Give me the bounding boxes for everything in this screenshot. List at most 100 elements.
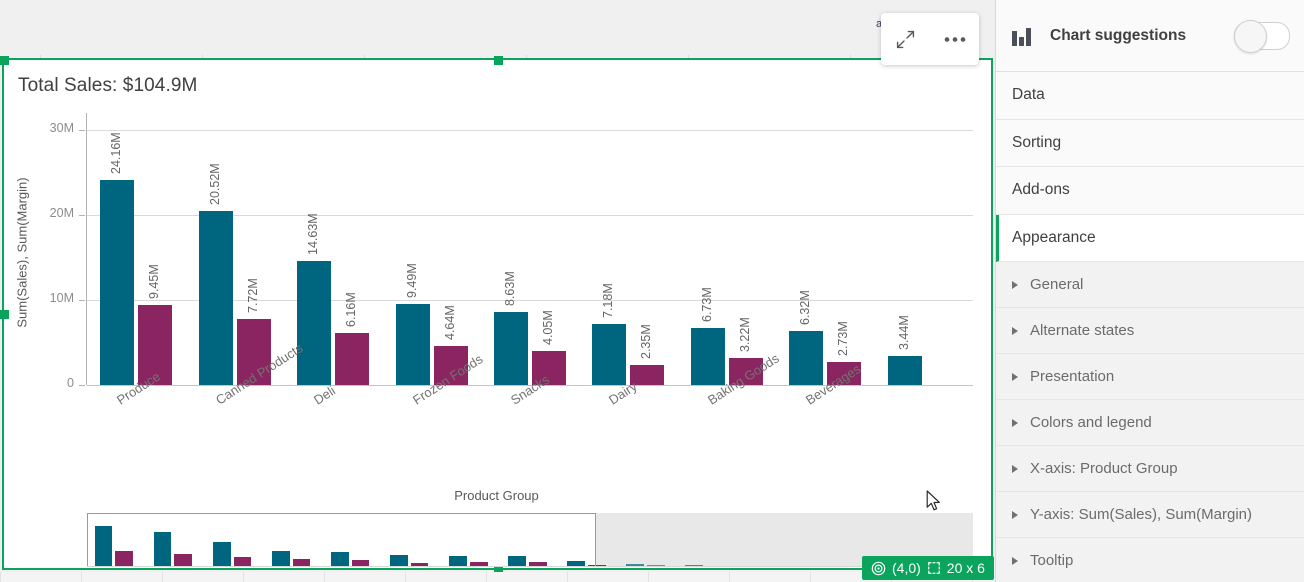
bar-value-label: 9.45M bbox=[147, 264, 161, 299]
bar-sales[interactable] bbox=[100, 180, 134, 385]
chart-navigator[interactable] bbox=[87, 513, 973, 567]
bar-group[interactable]: 9.49M 4.64M bbox=[396, 105, 468, 405]
chevron-right-icon bbox=[1012, 373, 1018, 381]
bar-value-label: 8.63M bbox=[503, 271, 517, 306]
bar-value-label: 4.05M bbox=[541, 310, 555, 345]
bar-sales[interactable] bbox=[888, 356, 922, 385]
chevron-right-icon bbox=[1012, 327, 1018, 335]
bar-sales[interactable] bbox=[199, 211, 233, 385]
chevron-right-icon bbox=[1012, 557, 1018, 565]
y-axis-tick-mark bbox=[79, 215, 85, 216]
panel-sections: Data Sorting Add-ons Appearance bbox=[996, 72, 1304, 262]
panel-section-appearance[interactable]: Appearance bbox=[996, 215, 1304, 263]
bar-margin[interactable] bbox=[335, 333, 369, 385]
y-axis-tick-mark bbox=[79, 385, 85, 386]
panel-subsection-label: X-axis: Product Group bbox=[1030, 460, 1178, 477]
mouse-cursor bbox=[926, 490, 942, 518]
bar-group[interactable]: 14.63M6.16M bbox=[297, 105, 369, 405]
bar-value-label: 7.72M bbox=[246, 279, 260, 314]
toggle-knob bbox=[1234, 20, 1267, 53]
grid-tick bbox=[0, 572, 1, 582]
panel-subsection-alternate-states[interactable]: Alternate states bbox=[996, 308, 1304, 354]
grid-tick bbox=[729, 572, 730, 582]
panel-subsection-label: Alternate states bbox=[1030, 322, 1134, 339]
chart-floating-toolbar[interactable] bbox=[881, 13, 979, 65]
panel-subsections: General Alternate states Presentation Color… bbox=[996, 262, 1304, 582]
more-options-icon[interactable] bbox=[935, 19, 975, 59]
bar-value-label: 24.16M bbox=[109, 132, 123, 174]
panel-section-add-ons[interactable]: Add-ons bbox=[996, 167, 1304, 215]
bar-group[interactable]: 3.44M bbox=[888, 105, 960, 405]
bar-sales[interactable] bbox=[789, 331, 823, 385]
bar-group[interactable]: 6.32M2.73M bbox=[789, 105, 861, 405]
badge-position-value: (4,0) bbox=[892, 560, 921, 576]
chart-plot[interactable]: Sum(Sales), Sum(Margin) 010M20M30M 24.16… bbox=[0, 105, 993, 405]
resize-handle-top-middle[interactable] bbox=[494, 56, 503, 65]
grid-tick bbox=[648, 572, 649, 582]
expand-icon[interactable] bbox=[886, 19, 926, 59]
x-axis-title: Product Group bbox=[0, 488, 993, 503]
bar-series-container[interactable]: 24.16M 9.45M 20.52M7.72M 14.63M6.16M 9.49M 4.… bbox=[87, 105, 973, 405]
resize-handle-top-left[interactable] bbox=[0, 56, 9, 65]
panel-subsection-y-axis-sum-sales-sum-margin-[interactable]: Y-axis: Sum(Sales), Sum(Margin) bbox=[996, 492, 1304, 538]
grid-tick bbox=[162, 572, 163, 582]
bar-value-label: 3.44M bbox=[897, 315, 911, 350]
bar-value-label: 3.22M bbox=[738, 317, 752, 352]
panel-subsection-label: Presentation bbox=[1030, 368, 1114, 385]
bar-value-label: 14.63M bbox=[306, 213, 320, 255]
panel-subsection-presentation[interactable]: Presentation bbox=[996, 354, 1304, 400]
position-target-icon bbox=[871, 561, 886, 576]
bar-value-label: 2.73M bbox=[836, 321, 850, 356]
panel-subsection-tooltip[interactable]: Tooltip bbox=[996, 538, 1304, 582]
navigator-baseline bbox=[87, 566, 973, 567]
grid-tick bbox=[567, 572, 568, 582]
panel-section-label: Add-ons bbox=[1012, 181, 1070, 199]
panel-section-data[interactable]: Data bbox=[996, 72, 1304, 120]
bar-group[interactable]: 20.52M7.72M bbox=[199, 105, 271, 405]
y-axis-tick-label: 0 bbox=[22, 376, 74, 390]
bar-chart-icon bbox=[1012, 26, 1038, 46]
grid-tick bbox=[324, 572, 325, 582]
bar-sales[interactable] bbox=[592, 324, 626, 385]
grid-tick bbox=[486, 572, 487, 582]
panel-subsection-label: Y-axis: Sum(Sales), Sum(Margin) bbox=[1030, 506, 1252, 523]
panel-section-sorting[interactable]: Sorting bbox=[996, 120, 1304, 168]
panel-subsection-colors-and-legend[interactable]: Colors and legend bbox=[996, 400, 1304, 446]
grid-tick bbox=[81, 572, 82, 582]
panel-section-label: Data bbox=[1012, 86, 1045, 104]
chart-canvas-area: Total Sales: $104.9M Sum(Sales), Sum(Mar… bbox=[0, 0, 995, 582]
panel-subsection-general[interactable]: General bbox=[996, 262, 1304, 308]
grid-tick bbox=[243, 572, 244, 582]
chart-suggestions-toggle[interactable] bbox=[1234, 22, 1290, 50]
grid-tick bbox=[810, 572, 811, 582]
navigator-window-handle[interactable] bbox=[87, 513, 596, 567]
panel-section-label: Sorting bbox=[1012, 134, 1061, 152]
panel-title: Chart suggestions bbox=[1050, 27, 1234, 45]
panel-header: Chart suggestions bbox=[996, 0, 1304, 72]
panel-subsection-x-axis-product-group[interactable]: X-axis: Product Group bbox=[996, 446, 1304, 492]
y-axis-tick-label: 30M bbox=[22, 121, 74, 135]
chevron-right-icon bbox=[1012, 281, 1018, 289]
bar-group[interactable]: 6.73M 3.22M bbox=[691, 105, 763, 405]
bar-sales[interactable] bbox=[396, 304, 430, 385]
chart-title: Total Sales: $104.9M bbox=[18, 75, 197, 97]
panel-subsection-label: Tooltip bbox=[1030, 552, 1073, 569]
properties-panel: Chart suggestions Data Sorting Add-ons Appe… bbox=[995, 0, 1304, 582]
bar-sales[interactable] bbox=[494, 312, 528, 385]
chevron-right-icon bbox=[1012, 465, 1018, 473]
bar-group[interactable]: 8.63M 4.05M bbox=[494, 105, 566, 405]
bar-group[interactable]: 24.16M 9.45M bbox=[100, 105, 172, 405]
bar-value-label: 2.35M bbox=[639, 324, 653, 359]
panel-subsection-label: General bbox=[1030, 276, 1083, 293]
bar-value-label: 7.18M bbox=[601, 283, 615, 318]
bar-margin[interactable] bbox=[630, 365, 664, 385]
bar-group[interactable]: 7.18M 2.35M bbox=[592, 105, 664, 405]
bar-value-label: 6.73M bbox=[700, 287, 714, 322]
badge-size-value: 20 x 6 bbox=[947, 560, 985, 576]
bar-value-label: 9.49M bbox=[405, 264, 419, 299]
bar-sales[interactable] bbox=[297, 261, 331, 385]
bar-value-label: 4.64M bbox=[443, 305, 457, 340]
bar-sales[interactable] bbox=[691, 328, 725, 385]
panel-section-label: Appearance bbox=[1012, 229, 1096, 247]
y-axis-tick-mark bbox=[79, 130, 85, 131]
